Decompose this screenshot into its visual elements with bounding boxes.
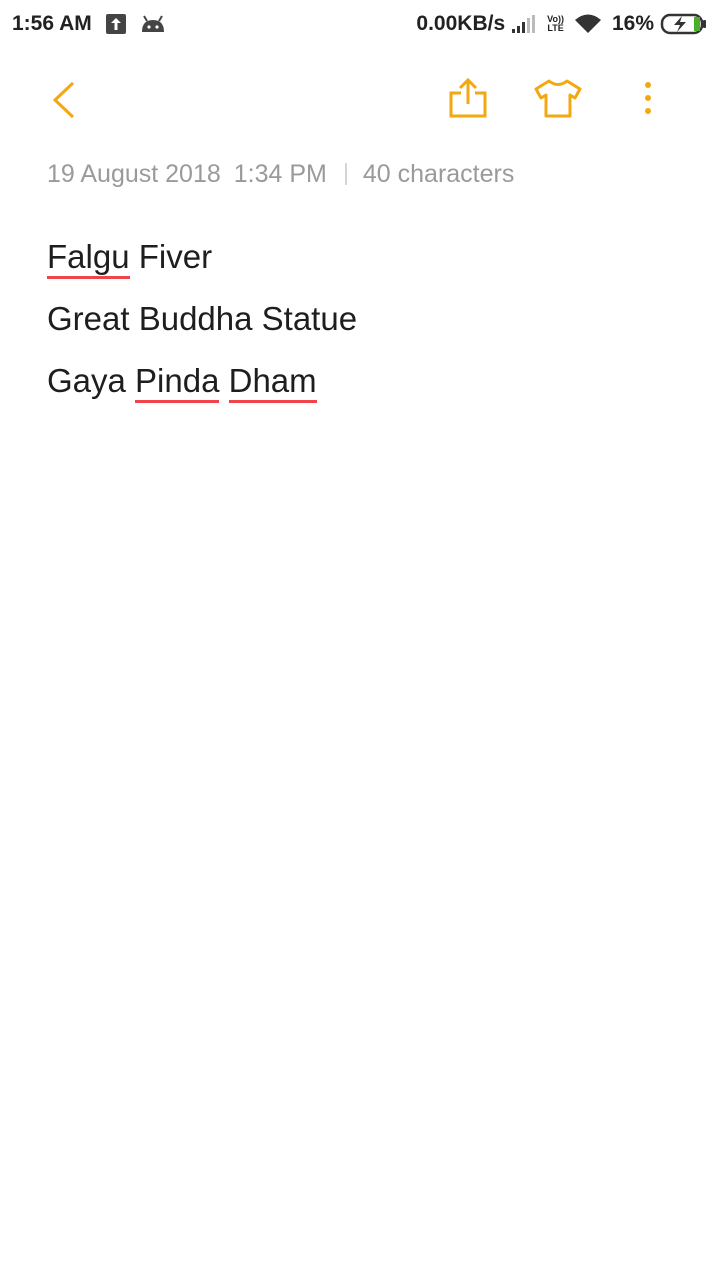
- back-button[interactable]: [40, 78, 88, 126]
- volte-icon: Vo)) LTE: [547, 15, 564, 33]
- status-bar-right: 0.00KB/s Vo)) LTE 16%: [416, 12, 708, 36]
- back-chevron-icon: [49, 80, 79, 125]
- line-text: Fiver: [129, 238, 213, 275]
- share-button[interactable]: [444, 76, 492, 124]
- note-time: 1:34 PM: [233, 159, 327, 188]
- misspelled-word[interactable]: Falgu: [47, 238, 130, 279]
- note-meta: 19 August 2018 1:34 PM 40 characters: [47, 158, 514, 190]
- status-bar: 1:56 AM 0.00KB/s Vo)) LTE 16%: [0, 0, 720, 52]
- more-options-button[interactable]: [628, 76, 668, 124]
- misspelled-word[interactable]: Dham: [228, 362, 317, 403]
- note-editor[interactable]: Falgu Fiver Great Buddha Statue Gaya Pin…: [47, 232, 357, 418]
- signal-icon: [511, 14, 537, 34]
- note-line[interactable]: Gaya Pinda Dham: [47, 356, 357, 418]
- network-speed: 0.00KB/s: [416, 12, 506, 35]
- line-text: Gaya: [47, 362, 136, 399]
- line-space: [219, 362, 228, 399]
- more-vert-icon: [643, 80, 653, 121]
- battery-charging-icon: [660, 13, 708, 35]
- line-text: Great Buddha Statue: [47, 300, 358, 337]
- wifi-icon: [574, 13, 602, 35]
- note-date: 19 August 2018: [47, 159, 221, 188]
- battery-percent: 16%: [611, 12, 654, 35]
- misspelled-word[interactable]: Pinda: [135, 362, 220, 403]
- note-line[interactable]: Great Buddha Statue: [47, 294, 357, 356]
- status-bar-left: 1:56 AM: [12, 12, 166, 36]
- note-line[interactable]: Falgu Fiver: [47, 232, 357, 294]
- volte-bottom-label: LTE: [547, 23, 564, 33]
- character-count: 40 characters: [362, 159, 515, 188]
- share-icon: [447, 77, 489, 124]
- note-toolbar: [0, 60, 720, 144]
- status-time: 1:56 AM: [12, 12, 92, 35]
- meta-divider: [344, 163, 347, 185]
- theme-button[interactable]: [532, 76, 584, 124]
- upload-icon: [105, 14, 126, 34]
- android-icon: [140, 14, 166, 34]
- tshirt-theme-icon: [533, 78, 583, 123]
